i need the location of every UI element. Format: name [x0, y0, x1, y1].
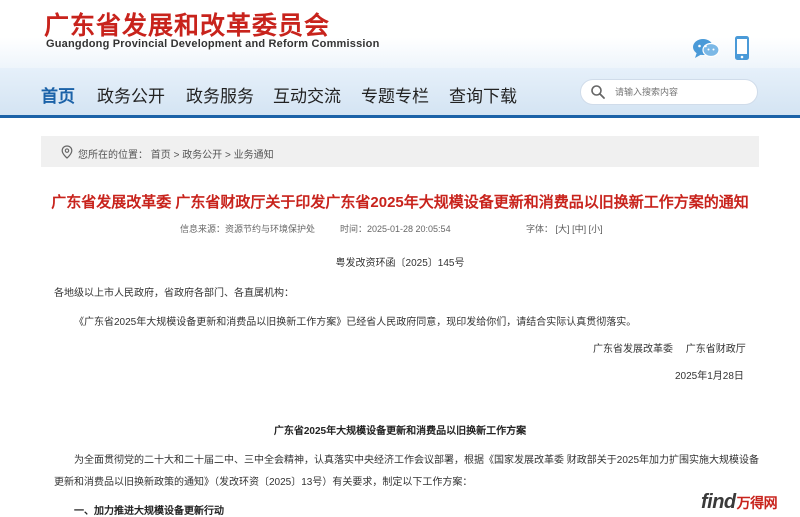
body-paragraph: 《广东省2025年大规模设备更新和消费品以旧换新工作方案》已经省人民政府同意，现… — [74, 317, 637, 328]
nav-item-government-services[interactable]: 政务服务 — [186, 82, 254, 107]
nav-item-special-topics[interactable]: 专题专栏 — [361, 82, 429, 107]
breadcrumb-separator: > — [173, 150, 183, 161]
font-size-label: 字体： — [526, 224, 554, 234]
recipients: 各地级以上市人民政府，省政府各部门、各直属机构： — [54, 288, 294, 299]
site-title-en: Guangdong Provincial Development and Ref… — [46, 38, 380, 50]
search-input[interactable] — [615, 84, 749, 100]
mobile-icon[interactable] — [734, 35, 750, 66]
article-time: 时间：2025-01-28 20:05:54 — [340, 224, 451, 234]
font-size-control: 字体： [大] [中] [小] — [526, 222, 603, 235]
plan-title: 广东省2025年大规模设备更新和消费品以旧换新工作方案 — [273, 426, 527, 437]
nav-item-government-affairs[interactable]: 政务公开 — [97, 82, 165, 107]
site-title-zh[interactable]: 广东省发展和改革委员会 — [44, 6, 330, 42]
search-icon[interactable] — [590, 84, 606, 105]
wechat-icon[interactable] — [692, 37, 720, 64]
document-number: 粤发改资环函〔2025〕145号 — [335, 258, 465, 269]
font-size-medium-button[interactable]: [中] — [572, 224, 586, 234]
article-source: 信息来源：资源节约与环境保护处 — [180, 224, 316, 234]
font-size-large-button[interactable]: [大] — [556, 224, 570, 234]
breadcrumb-prefix: 您所在的位置： — [78, 150, 148, 161]
breadcrumb-link-home[interactable]: 首页 — [151, 150, 171, 161]
watermark-zh: 万得网 — [736, 495, 778, 511]
breadcrumb-separator: > — [224, 150, 234, 161]
search-box — [580, 79, 758, 105]
font-size-small-button[interactable]: [小] — [589, 224, 603, 234]
site-header: 广东省发展和改革委员会 Guangdong Provincial Develop… — [0, 0, 800, 68]
watermark-logo: find万得网 — [701, 491, 778, 514]
watermark-en: find — [701, 491, 736, 513]
nav-item-query-download[interactable]: 查询下载 — [449, 82, 517, 107]
section-heading: 一、加力推进大规模设备更新行动 — [74, 506, 224, 517]
issue-date: 2025年1月28日 — [675, 371, 744, 382]
article-title: 广东省发展改革委 广东省财政厅关于印发广东省2025年大规模设备更新和消费品以旧… — [51, 194, 749, 211]
plan-paragraph-line-2: 更新和消费品以旧换新政策的通知》（发改环资〔2025〕13号）有关要求，制定以下… — [54, 477, 473, 488]
location-pin-icon — [61, 145, 73, 162]
nav-item-interaction[interactable]: 互动交流 — [273, 82, 341, 107]
breadcrumb-link-government-affairs[interactable]: 政务公开 — [182, 150, 222, 161]
plan-paragraph-line-1: 为全面贯彻党的二十大和二十届二中、三中全会精神，认真落实中央经济工作会议部署，根… — [74, 455, 760, 466]
signatories: 广东省发展改革委 广东省财政厅 — [593, 344, 746, 355]
nav-item-home[interactable]: 首页 — [41, 82, 75, 107]
breadcrumb-link-business-notice[interactable]: 业务通知 — [234, 150, 274, 161]
breadcrumb: 您所在的位置： 首页 > 政务公开 > 业务通知 — [41, 136, 759, 167]
